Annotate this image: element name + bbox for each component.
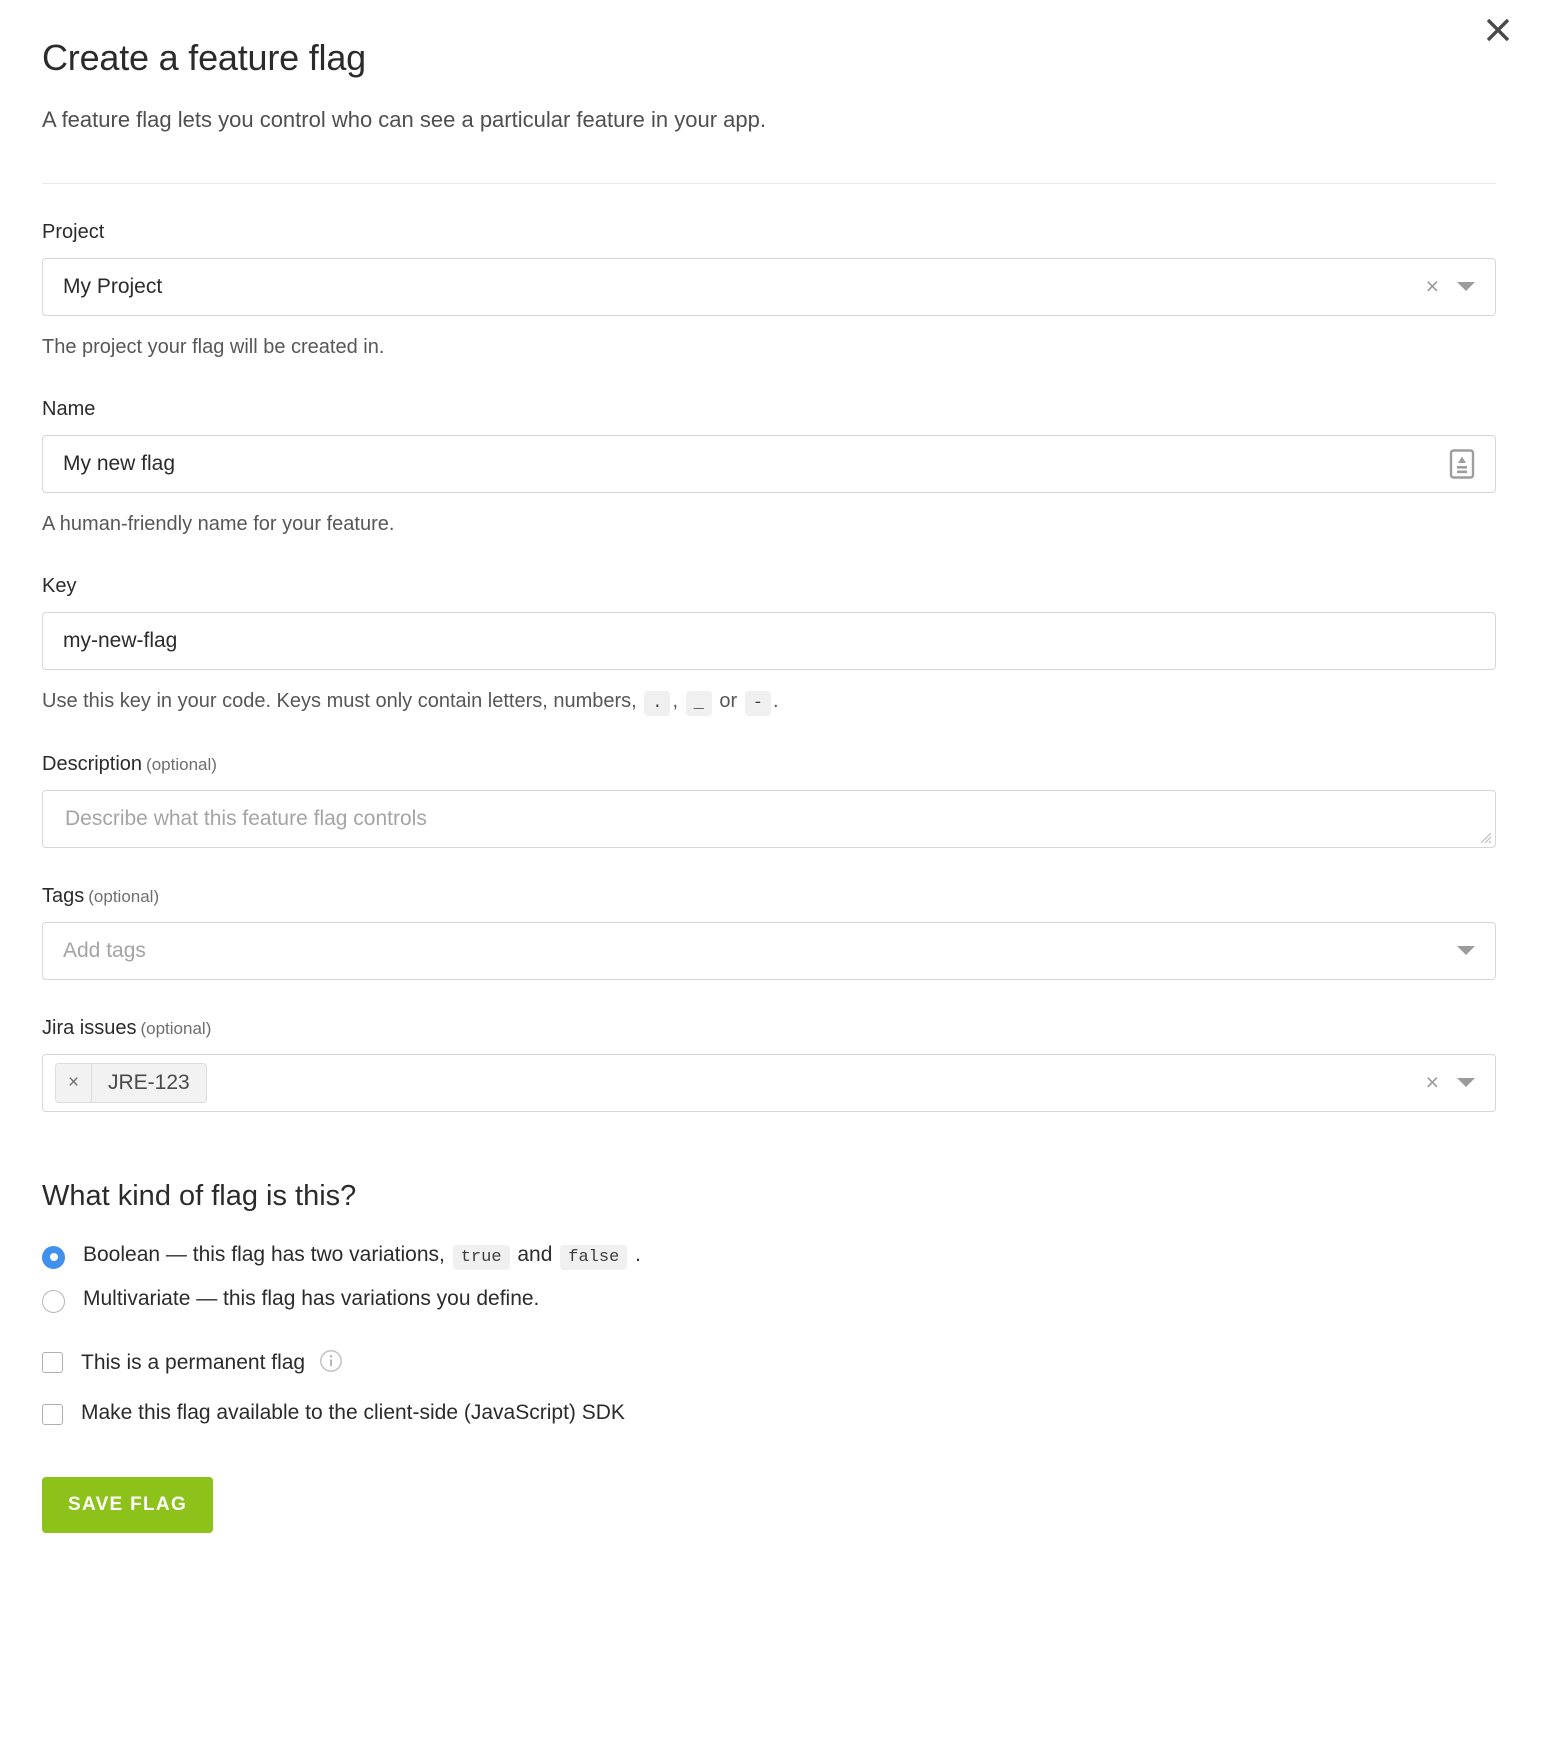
key-field-group: Key my-new-flag Use this key in your cod… (42, 538, 1496, 716)
key-help-comma: , (672, 689, 679, 712)
key-chip-dash: - (744, 690, 771, 716)
tags-field-group: Tags (optional) Add tags (42, 848, 1496, 980)
project-label: Project (42, 220, 105, 243)
jira-token-list: × JRE-123 (43, 1062, 1426, 1103)
key-label: Key (42, 574, 77, 597)
resize-handle-icon[interactable] (1480, 832, 1492, 844)
checkbox-row-client-side-sdk[interactable]: Make this flag available to the client-s… (42, 1401, 1496, 1425)
checkbox-row-permanent-flag[interactable]: This is a permanent flag (42, 1349, 1496, 1375)
close-icon (1486, 18, 1510, 42)
radio-multivariate[interactable] (42, 1289, 65, 1313)
name-field-group: Name My new flag A human-friendly name f… (42, 361, 1496, 538)
jira-select[interactable]: × JRE-123 × (42, 1053, 1496, 1112)
boolean-text-after: . (635, 1242, 641, 1266)
radio-boolean-label: Boolean — this flag has two variations, … (83, 1242, 641, 1270)
key-help-text: Use this key in your code. Keys must onl… (42, 688, 1496, 716)
key-help-or: or (719, 689, 738, 712)
clear-icon: × (1425, 273, 1439, 300)
clear-icon: × (1425, 1069, 1439, 1096)
radio-row-multivariate[interactable]: Multivariate — this flag has variations … (42, 1287, 1496, 1313)
key-input[interactable]: my-new-flag (42, 611, 1496, 670)
jira-label-text: Jira issues (42, 1016, 137, 1039)
tags-select-adornments (1457, 946, 1495, 956)
chevron-down-icon (1457, 946, 1475, 956)
checkbox-client-side-sdk[interactable] (42, 1403, 63, 1425)
key-help-prefix: Use this key in your code. Keys must onl… (42, 689, 637, 712)
project-field-group: Project My Project × The project your fl… (42, 184, 1496, 361)
flag-kind-heading: What kind of flag is this? (42, 1179, 357, 1212)
key-chip-dot: . (644, 690, 671, 716)
description-label: Description (optional) (42, 752, 1496, 776)
description-textarea[interactable]: Describe what this feature flag controls (42, 789, 1496, 848)
name-input[interactable]: My new flag (42, 434, 1496, 493)
radio-boolean[interactable] (42, 1245, 65, 1269)
project-select-adornments: × (1426, 275, 1495, 298)
jira-token[interactable]: × JRE-123 (55, 1062, 207, 1103)
close-modal-button[interactable] (1476, 8, 1520, 52)
radio-row-boolean[interactable]: Boolean — this flag has two variations, … (42, 1242, 1496, 1270)
checkbox-client-side-sdk-label: Make this flag available to the client-s… (81, 1400, 625, 1424)
boolean-chip-false: false (560, 1244, 628, 1270)
tags-label-text: Tags (42, 884, 85, 907)
jira-dropdown-button[interactable] (1457, 1078, 1475, 1088)
info-icon[interactable] (319, 1349, 343, 1373)
description-placeholder: Describe what this feature flag controls (65, 806, 427, 830)
description-field-group: Description (optional) Describe what this… (42, 716, 1496, 848)
tags-optional-tag: (optional) (88, 886, 160, 906)
project-dropdown-button[interactable] (1457, 282, 1475, 292)
name-help-text: A human-friendly name for your feature. (42, 512, 395, 535)
project-select-value: My Project (63, 275, 163, 299)
page-title: Create a feature flag (42, 37, 367, 78)
chevron-down-icon (1457, 282, 1475, 292)
checkbox-permanent-flag[interactable] (42, 1351, 63, 1373)
jira-token-remove-button[interactable]: × (56, 1063, 92, 1102)
name-generate-key-button[interactable] (1449, 449, 1475, 479)
chevron-down-icon (1457, 1078, 1475, 1088)
jira-token-label: JRE-123 (108, 1071, 190, 1095)
save-flag-button[interactable]: SAVE FLAG (42, 1477, 214, 1533)
name-input-value: My new flag (63, 452, 176, 476)
radio-multivariate-label: Multivariate — this flag has variations … (83, 1286, 540, 1310)
jira-label: Jira issues (optional) (42, 1016, 1496, 1040)
tags-label: Tags (optional) (42, 884, 1496, 908)
key-chip-underscore: _ (685, 690, 712, 716)
tags-dropdown-button[interactable] (1457, 946, 1475, 956)
jira-select-adornments: × (1426, 1071, 1495, 1094)
tags-placeholder: Add tags (63, 939, 146, 963)
create-feature-flag-modal: Create a feature flag A feature flag let… (0, 0, 1542, 1738)
checkbox-permanent-flag-label: This is a permanent flag (81, 1349, 343, 1375)
description-label-text: Description (42, 752, 143, 775)
page-subtitle: A feature flag lets you control who can … (42, 107, 766, 133)
id-card-icon (1449, 449, 1475, 479)
key-help-suffix: . (772, 689, 779, 712)
boolean-text-and: and (517, 1242, 553, 1266)
name-input-adornments (1449, 449, 1495, 479)
name-label: Name (42, 397, 96, 420)
jira-field-group: Jira issues (optional) × JRE-123 × (42, 980, 1496, 1112)
key-input-value: my-new-flag (63, 629, 178, 653)
description-optional-tag: (optional) (146, 754, 217, 774)
boolean-text-before: Boolean — this flag has two variations, (83, 1242, 445, 1266)
flag-options-checkbox-group: This is a permanent flag Make this flag … (42, 1313, 1496, 1425)
project-clear-button[interactable]: × (1426, 275, 1439, 298)
boolean-chip-true: true (452, 1244, 510, 1270)
jira-clear-button[interactable]: × (1426, 1071, 1439, 1094)
permanent-flag-label-text: This is a permanent flag (81, 1350, 306, 1374)
project-select[interactable]: My Project × (42, 257, 1496, 316)
project-help-text: The project your flag will be created in… (42, 335, 385, 358)
tags-select[interactable]: Add tags (42, 921, 1496, 980)
jira-optional-tag: (optional) (140, 1018, 212, 1038)
